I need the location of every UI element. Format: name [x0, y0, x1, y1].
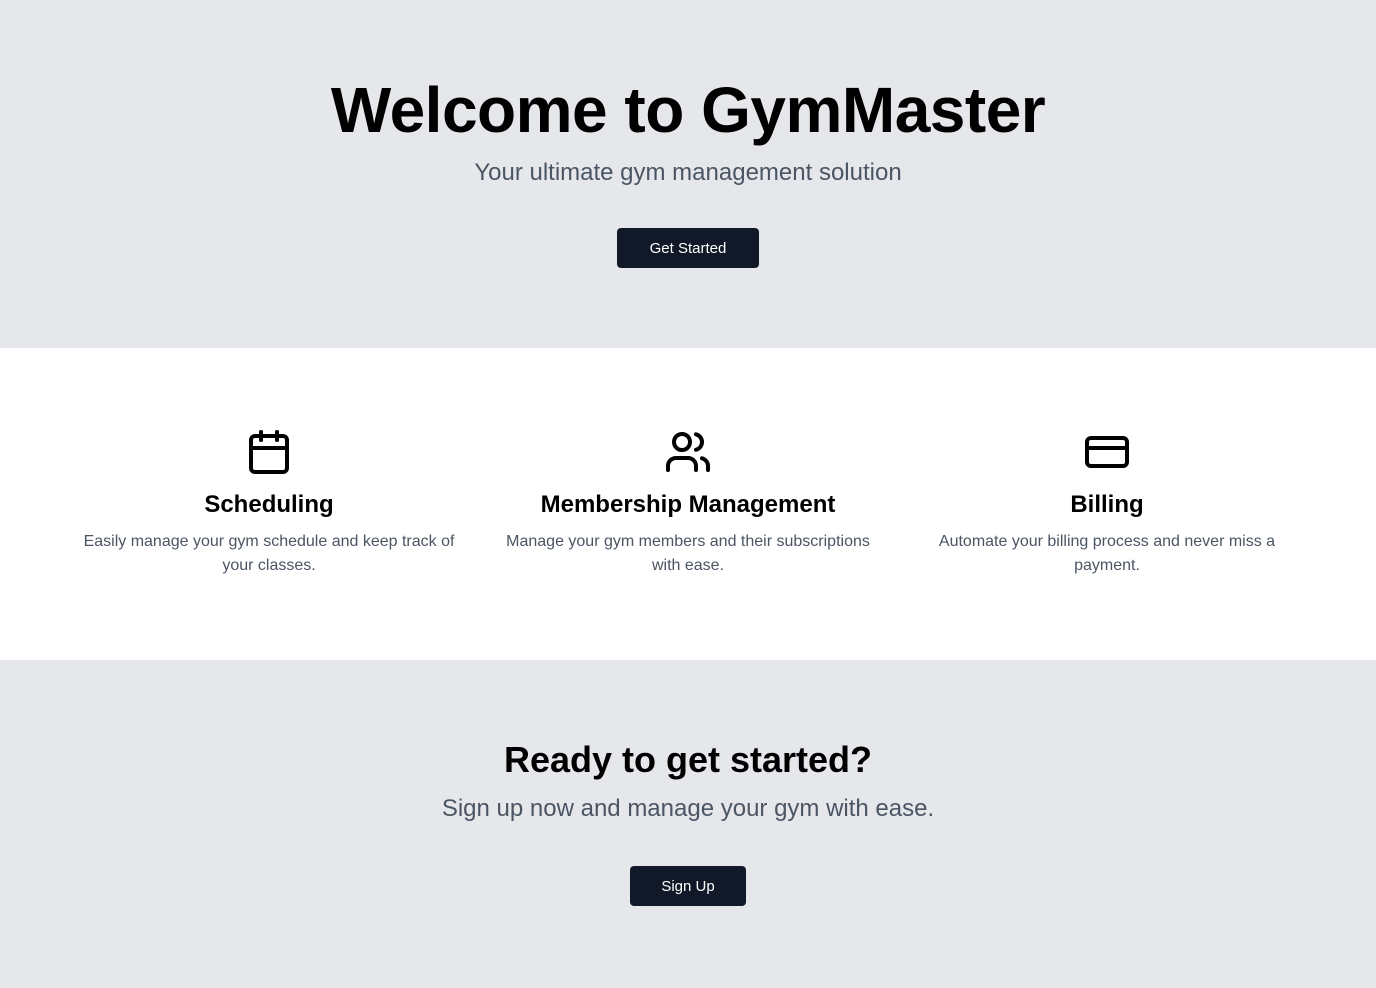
hero-section: Welcome to GymMaster Your ultimate gym m… [0, 0, 1376, 348]
credit-card-icon [1083, 428, 1131, 476]
feature-description: Easily manage your gym schedule and keep… [83, 533, 455, 574]
feature-membership-management: Membership Management Manage your gym me… [483, 428, 893, 660]
cta-title: Ready to get started? [503, 739, 873, 780]
calendar-icon [245, 428, 293, 476]
feature-title: Billing [1070, 491, 1144, 518]
feature-title: Membership Management [540, 491, 836, 518]
sign-up-button[interactable]: Sign Up [630, 866, 746, 906]
hero-subtitle: Your ultimate gym management solution [474, 159, 902, 186]
feature-billing: Billing Automate your billing process an… [902, 428, 1312, 660]
hero-title: Welcome to GymMaster [330, 74, 1046, 146]
feature-description: Automate your billing process and never … [938, 533, 1276, 574]
features-section: Scheduling Easily manage your gym schedu… [0, 348, 1376, 660]
cta-subtitle: Sign up now and manage your gym with eas… [441, 795, 935, 822]
feature-scheduling: Scheduling Easily manage your gym schedu… [64, 428, 474, 660]
feature-description: Manage your gym members and their subscr… [506, 533, 870, 574]
users-icon [664, 428, 712, 476]
cta-section: Ready to get started? Sign up now and ma… [0, 660, 1376, 988]
get-started-button[interactable]: Get Started [617, 228, 759, 268]
feature-title: Scheduling [204, 491, 334, 518]
